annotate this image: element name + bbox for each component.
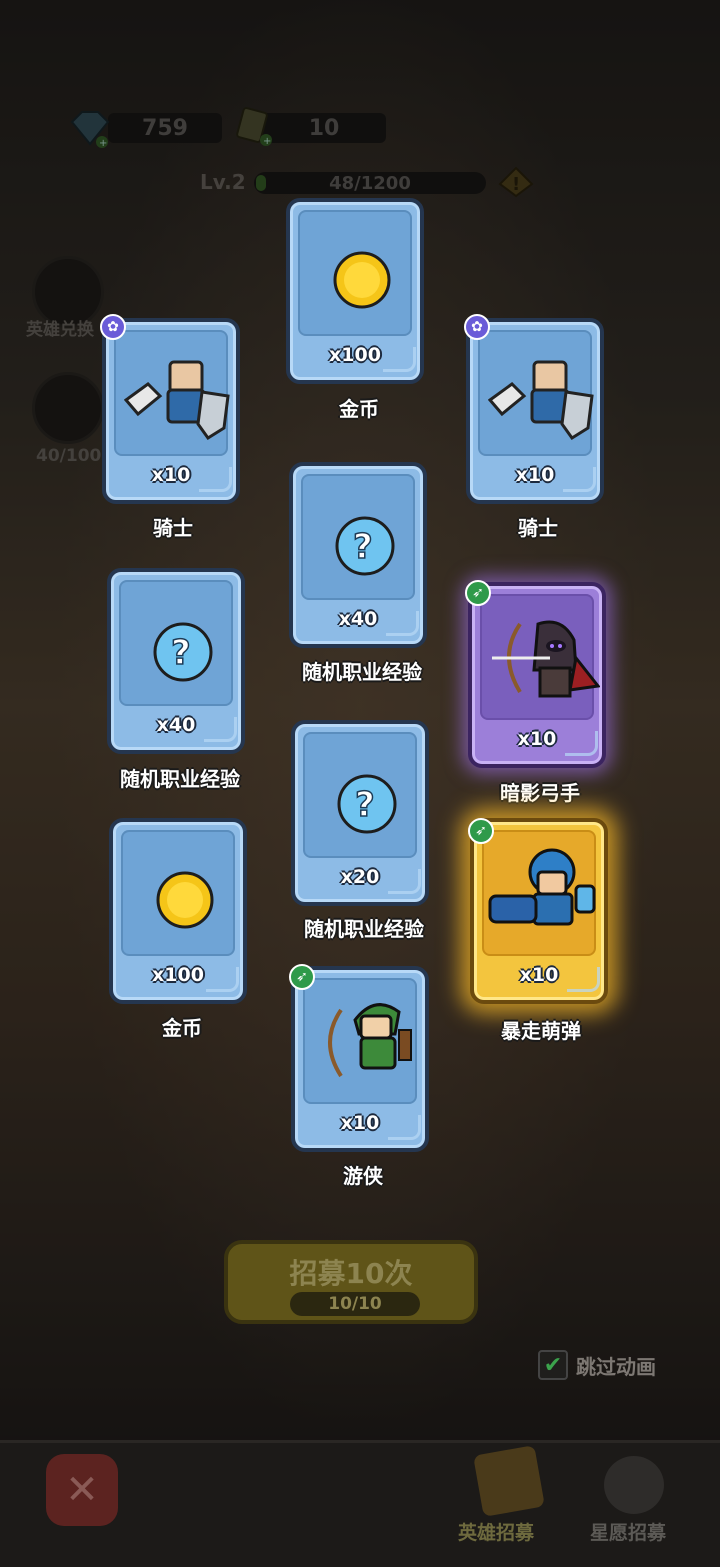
reward-name: 骑士 [153,516,193,540]
paw-icon: ✿ [464,314,490,340]
reward-name: 暴走萌弹 [501,1019,581,1043]
card-art [482,830,596,956]
cannon-hero-icon [486,842,602,952]
reward-card[interactable]: x10 [291,966,429,1152]
recruit-title: 招募10次 [289,1257,413,1290]
reward-name: 随机职业经验 [304,917,424,941]
card-corner [388,1115,421,1140]
reward-name: 随机职业经验 [120,767,240,791]
card-corner [206,967,239,992]
reward-card[interactable]: x10 [468,582,606,768]
reward-card[interactable]: x100 [286,198,424,384]
card-art: ? [303,732,417,858]
card-art: ? [119,580,233,706]
bow-icon: ➶ [289,964,315,990]
coin-icon [332,250,392,314]
card-corner [563,467,596,492]
tab-hero-recruit[interactable]: 英雄招募 [458,1518,534,1545]
paw-icon: ✿ [100,314,126,340]
mystery-orb-icon: ? [333,514,397,582]
close-button[interactable]: ✕ [46,1454,118,1526]
reward-card[interactable]: x10 [466,318,604,504]
svg-text:?: ? [353,527,373,567]
card-corner [199,467,232,492]
card-corner [565,731,598,756]
reward-card[interactable]: ? x40 [289,462,427,648]
card-art [303,978,417,1104]
card-corner [383,347,416,372]
reward-card[interactable]: x10 [102,318,240,504]
ranger-icon [315,990,425,1094]
knight-icon [487,344,598,448]
skip-animation-checkbox[interactable]: ✔ [538,1350,568,1380]
tab-star-wish[interactable]: 星愿招募 [590,1518,666,1545]
card-art [114,330,230,456]
reward-name: 游侠 [343,1164,383,1188]
bow-icon: ➶ [468,818,494,844]
reward-card[interactable]: x100 [109,818,247,1004]
recruit-count: 10/10 [290,1292,420,1316]
reward-card[interactable]: x10 [470,818,608,1004]
mystery-orb-icon: ? [151,620,215,688]
recruit-10-button[interactable]: 招募10次 10/10 [224,1240,478,1324]
reward-name: 金币 [339,397,379,421]
card-corner [567,967,600,992]
skip-animation-toggle[interactable]: ✔ 跳过动画 [538,1350,656,1380]
reward-name: 骑士 [518,516,558,540]
card-corner [204,717,237,742]
knight-icon [123,344,234,448]
reward-card[interactable]: ? x40 [107,568,245,754]
bow-icon: ➶ [465,580,491,606]
recruit-count-text: 10/10 [328,1294,382,1314]
star-wish-icon[interactable] [604,1456,664,1514]
card-corner [386,611,419,636]
hero-recruit-icon[interactable] [473,1445,545,1517]
card-corner [388,869,421,894]
reward-card[interactable]: ? x20 [291,720,429,906]
swords-icon: ✕ [65,1467,99,1513]
card-art [478,330,594,456]
card-art [480,594,601,720]
reward-name: 金币 [162,1016,202,1040]
shadow-archer-icon [490,610,601,714]
reward-name: 暗影弓手 [500,781,580,805]
skip-animation-label: 跳过动画 [576,1354,656,1379]
reward-name: 随机职业经验 [302,660,422,684]
mystery-orb-icon: ? [335,772,399,840]
coin-icon [155,870,215,934]
card-art [298,210,412,336]
svg-text:?: ? [355,785,375,825]
card-art: ? [301,474,415,600]
card-art [121,830,235,956]
svg-text:?: ? [171,633,191,673]
